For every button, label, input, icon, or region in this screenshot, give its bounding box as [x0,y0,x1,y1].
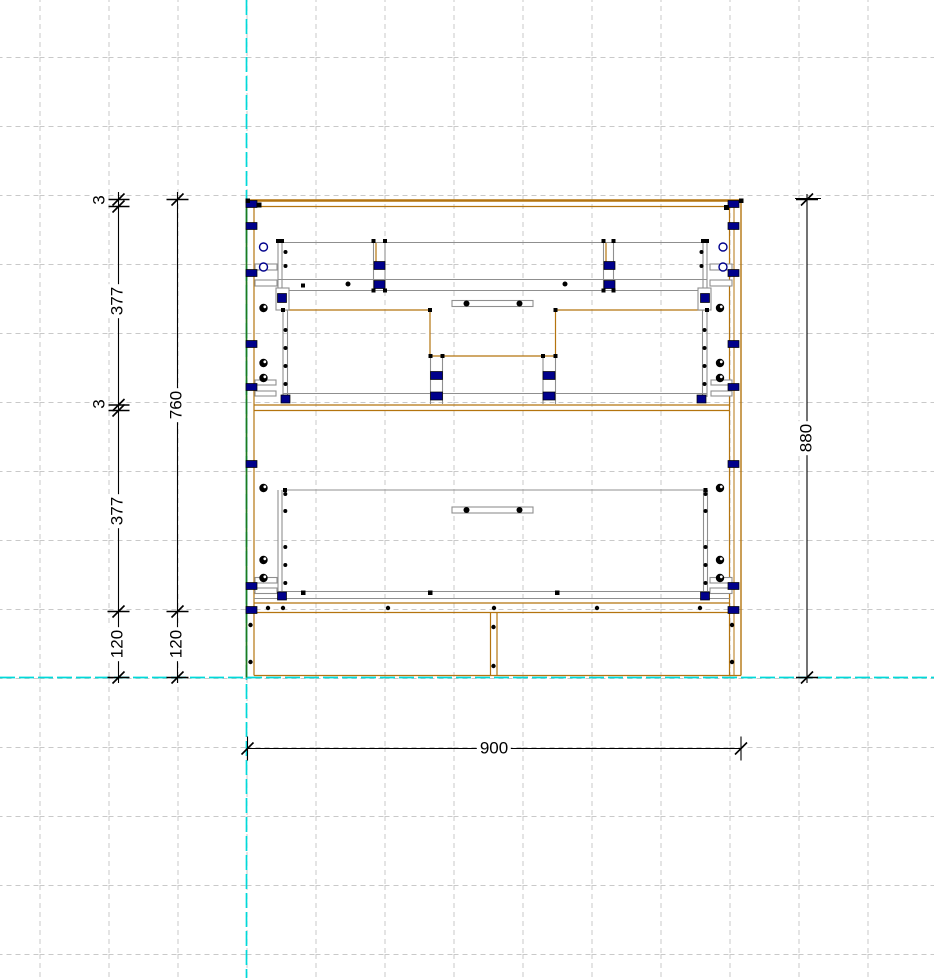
slide-bracket [255,391,276,396]
dim-label-middle-gap[interactable]: 3 [90,396,109,411]
cad-drawing [0,0,934,978]
dim-label-lower-section[interactable]: 377 [108,494,127,528]
dim-label-upper-section[interactable]: 377 [108,284,127,318]
dim-label-overall-height[interactable]: 880 [797,421,816,455]
dim-label-top-gap[interactable]: 3 [90,192,109,207]
dim-label-overall-width[interactable]: 900 [477,739,511,758]
dim-label-carcass-height[interactable]: 760 [167,388,186,422]
slide-bracket [711,391,732,396]
grid-layer [0,0,934,978]
dim-label-plinth-inner[interactable]: 120 [108,627,127,661]
dim-label-plinth-outer[interactable]: 120 [167,627,186,661]
cad-viewport[interactable]: 3 377 3 377 120 760 120 880 900 [0,0,934,978]
slide-bracket [710,280,732,286]
slide-bracket [255,588,277,594]
slide-bracket [255,280,277,286]
